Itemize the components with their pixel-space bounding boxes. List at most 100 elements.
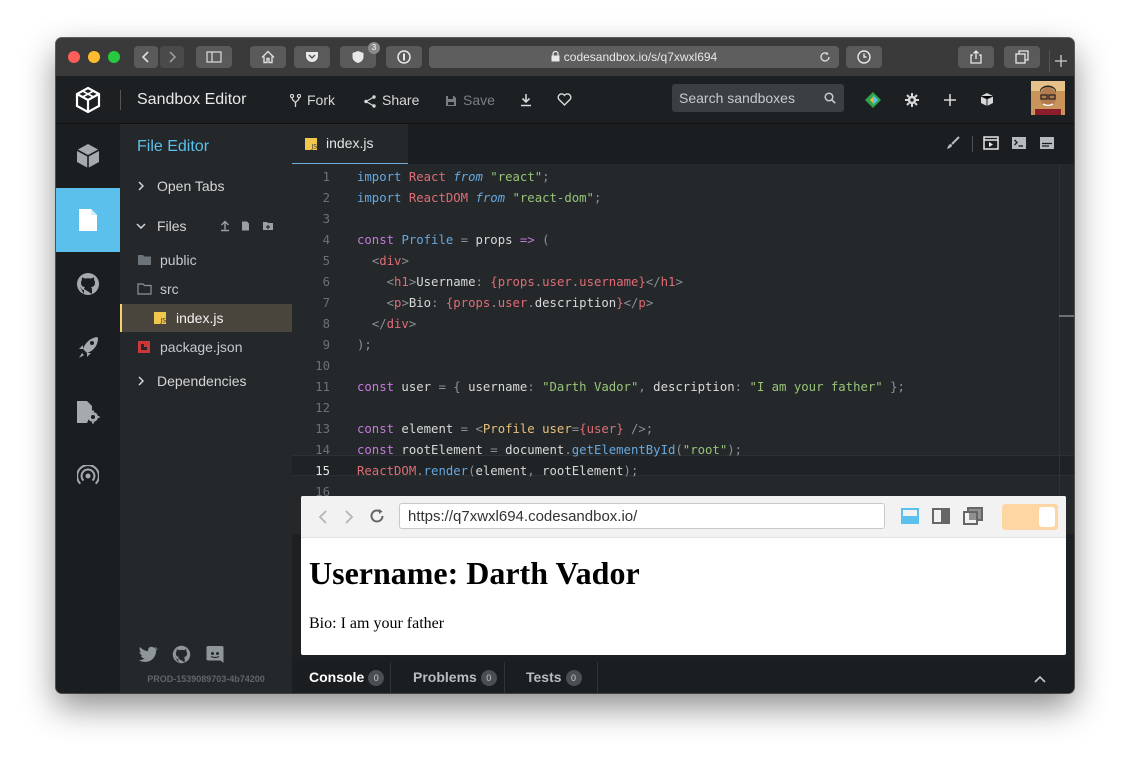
address-bar[interactable]: codesandbox.io/s/q7xwxl694: [429, 46, 839, 68]
terminal-icon: [1012, 137, 1026, 149]
like-button[interactable]: [557, 93, 572, 111]
tabs-overview-button[interactable]: [1004, 46, 1040, 68]
home-button[interactable]: [250, 46, 286, 68]
line-number: 3: [322, 212, 330, 226]
history-button[interactable]: [846, 46, 882, 68]
file-tree-item-public[interactable]: public: [120, 246, 292, 274]
npm-icon: [138, 341, 150, 353]
new-tab-button[interactable]: [1049, 50, 1072, 72]
gear-icon: [905, 93, 919, 107]
tab-console[interactable]: Console 0: [309, 662, 385, 693]
line-number: 15: [315, 464, 330, 478]
files-section[interactable]: Files: [120, 212, 292, 240]
fork-label: Fork: [307, 92, 335, 108]
tab-tests[interactable]: Tests 0: [526, 662, 582, 693]
shield-icon: [352, 51, 364, 63]
password-manager-button[interactable]: [386, 46, 422, 68]
twitter-icon: [138, 646, 158, 662]
code-editor[interactable]: 1 import React from "react"; 2 import Reac…: [292, 164, 1074, 534]
preview-url-text: https://q7xwxl694.codesandbox.io/: [408, 508, 638, 525]
activity-server-config[interactable]: [56, 380, 120, 444]
activity-project-info[interactable]: [56, 124, 120, 188]
fork-button[interactable]: Fork: [289, 77, 335, 123]
preview-heading: Username: Darth Vador: [309, 555, 640, 591]
download-icon: [521, 94, 531, 107]
file-tree-label: public: [160, 252, 197, 268]
chevron-up-icon[interactable]: [1034, 675, 1046, 683]
reload-icon[interactable]: [819, 51, 831, 63]
preview-toggle[interactable]: [1002, 504, 1058, 530]
terminal-view-button[interactable]: [1011, 136, 1027, 155]
dependencies-section[interactable]: Dependencies: [120, 367, 292, 395]
new-file-icon[interactable]: [241, 221, 250, 232]
upload-icon[interactable]: [220, 220, 230, 232]
sidebar-title: File Editor: [137, 138, 210, 155]
sidebar-toggle-button[interactable]: [196, 46, 232, 68]
tab-divider: [390, 662, 391, 693]
lock-icon: [551, 50, 560, 62]
address-text: codesandbox.io/s/q7xwxl694: [563, 50, 718, 64]
share-label: Share: [382, 92, 420, 108]
share-page-button[interactable]: [958, 46, 994, 68]
activity-file-editor[interactable]: [56, 188, 120, 252]
code-line: 8 </div>: [292, 314, 1074, 335]
preview-paragraph: Bio: I am your father: [309, 615, 445, 632]
prettify-button[interactable]: [946, 136, 960, 155]
folder-icon: [138, 255, 151, 265]
home-icon: [261, 50, 275, 64]
file-tree-item-index-js[interactable]: JS index.js: [120, 304, 292, 332]
file-tree-item-package-json[interactable]: package.json: [120, 333, 292, 361]
discord-link[interactable]: [206, 645, 224, 669]
chevron-left-icon[interactable]: [318, 510, 328, 524]
layout-floating-icon[interactable]: [963, 507, 983, 525]
zoom-window-button[interactable]: [108, 51, 120, 63]
save-button[interactable]: Save: [445, 77, 495, 123]
javascript-file-icon: JS: [305, 138, 317, 150]
code-line: 14 const rootElement = document.getElemen…: [292, 440, 1074, 461]
file-explorer-sidebar: File Editor Open Tabs Files public src J…: [120, 124, 292, 693]
preview-url-input[interactable]: https://q7xwxl694.codesandbox.io/: [399, 503, 885, 529]
console-layout-icon: [1040, 137, 1054, 149]
discord-icon: [206, 646, 224, 663]
activity-live[interactable]: [56, 444, 120, 508]
file-tree-item-src[interactable]: src: [120, 275, 292, 303]
new-folder-icon[interactable]: [262, 221, 274, 231]
codesandbox-logo[interactable]: [74, 86, 102, 119]
activity-github[interactable]: [56, 252, 120, 316]
download-button[interactable]: [520, 93, 532, 112]
activity-deployment[interactable]: [56, 316, 120, 380]
chevron-right-icon[interactable]: [344, 510, 354, 524]
forward-button[interactable]: [160, 46, 184, 68]
twitter-link[interactable]: [138, 646, 158, 668]
brush-icon: [947, 136, 960, 149]
line-number: 12: [315, 401, 330, 415]
avatar[interactable]: [1031, 81, 1065, 115]
refresh-icon[interactable]: [369, 508, 385, 524]
settings-button[interactable]: [905, 93, 919, 112]
tab-problems[interactable]: Problems 0: [413, 662, 497, 693]
search-icon: [824, 92, 836, 104]
preview-view-button[interactable]: [983, 136, 999, 155]
header-divider: [120, 90, 121, 110]
new-sandbox-button[interactable]: [944, 93, 956, 111]
console-view-button[interactable]: [1039, 136, 1055, 155]
layout-split-icon[interactable]: [932, 508, 950, 524]
open-tabs-section[interactable]: Open Tabs: [120, 172, 292, 200]
pocket-icon: [306, 52, 318, 62]
close-window-button[interactable]: [68, 51, 80, 63]
deploy-button[interactable]: [864, 91, 882, 114]
minimize-window-button[interactable]: [88, 51, 100, 63]
files-label: Files: [157, 218, 187, 234]
dashboard-button[interactable]: [980, 92, 994, 112]
tab-index-js[interactable]: JS index.js: [292, 124, 408, 164]
chevron-down-icon: [136, 223, 146, 229]
github-link[interactable]: [172, 645, 191, 669]
tab-bar-divider: [972, 136, 973, 152]
github-icon: [172, 645, 191, 664]
user-avatar-icon: [1031, 81, 1065, 115]
pocket-button[interactable]: [294, 46, 330, 68]
back-button[interactable]: [134, 46, 158, 68]
share-button[interactable]: Share: [364, 77, 419, 123]
search-input[interactable]: Search sandboxes: [672, 84, 844, 112]
layout-bottom-icon[interactable]: [901, 508, 919, 524]
